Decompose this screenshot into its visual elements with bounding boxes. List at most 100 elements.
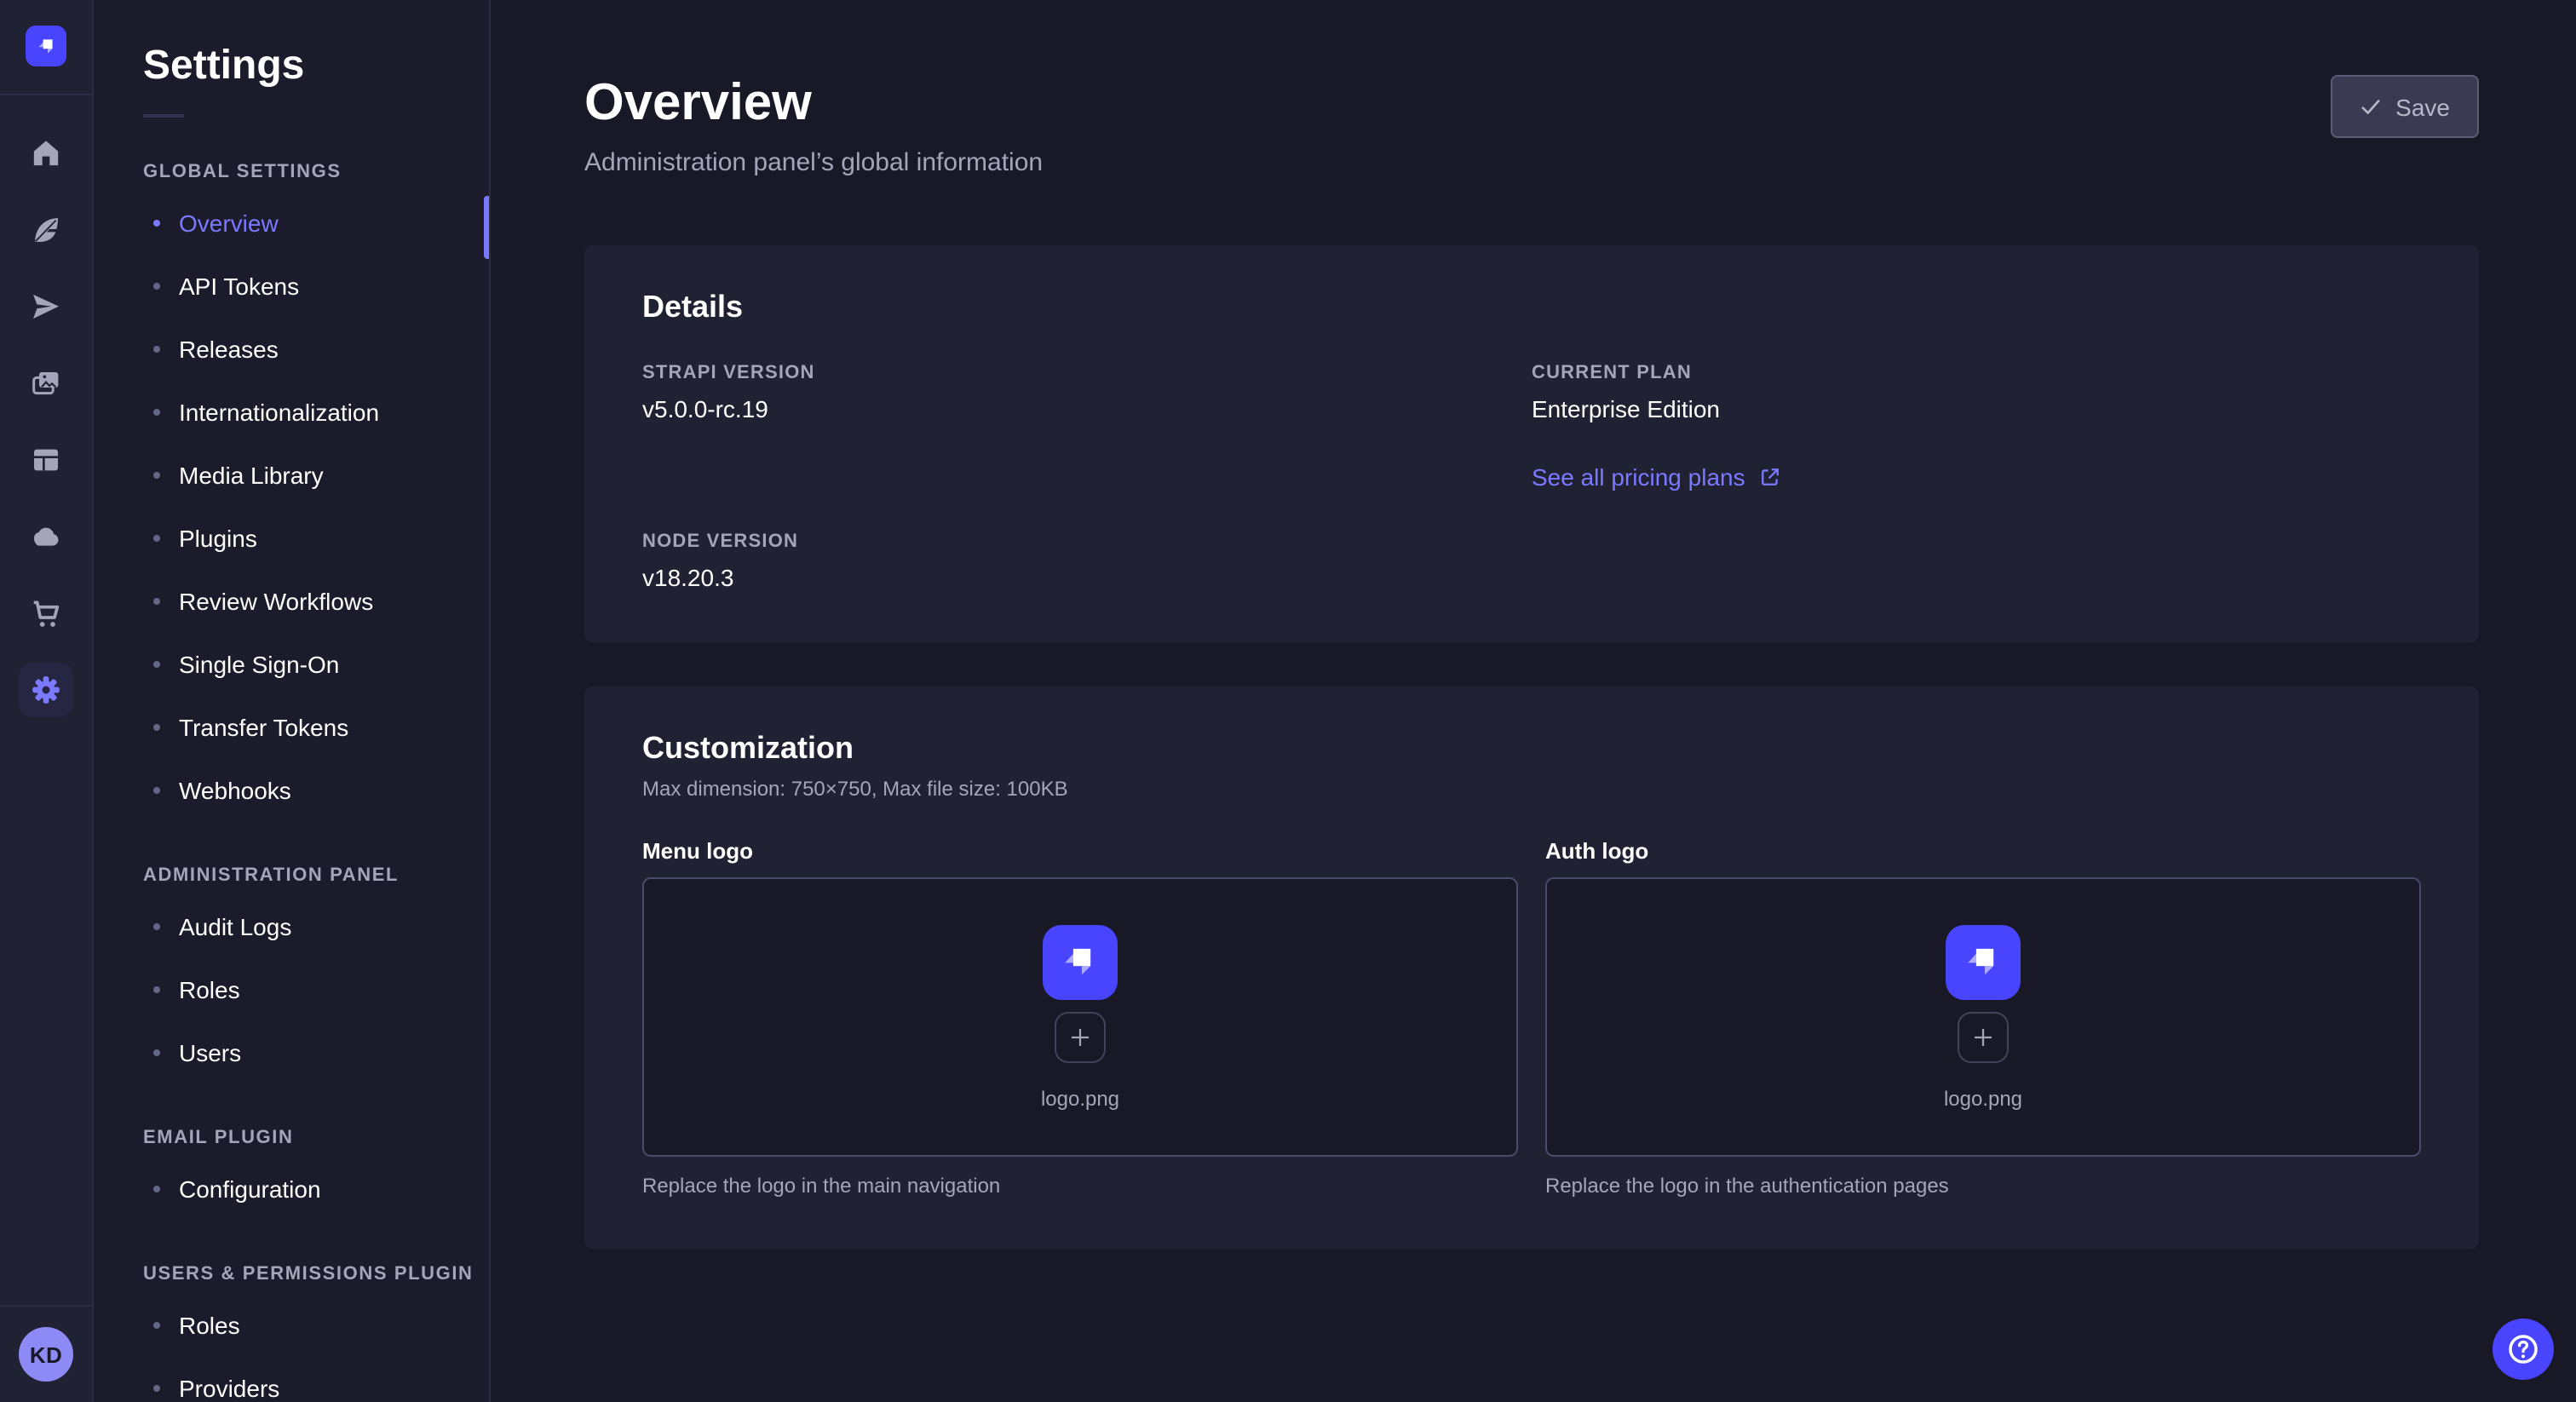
subnav-item-review-workflows[interactable]: Review Workflows: [143, 569, 489, 632]
subnav-item-label: API Tokens: [179, 272, 299, 299]
feather-icon: [29, 213, 63, 247]
external-link-icon: [1759, 465, 1783, 489]
strapi-home-button[interactable]: [26, 26, 66, 66]
subnav-item-admin-users[interactable]: Users: [143, 1020, 489, 1083]
field-value: v5.0.0-rc.19: [642, 395, 1532, 422]
nav-list-administration-panel: Audit Logs Roles Users: [143, 894, 489, 1083]
subnav-item-label: Roles: [179, 975, 240, 1003]
sidebar-item-content-manager[interactable]: [19, 433, 73, 487]
page-header-text: Overview Administration panel’s global i…: [584, 75, 1043, 177]
subnav-item-label: Transfer Tokens: [179, 713, 348, 740]
add-menu-logo-button[interactable]: [1055, 1011, 1106, 1062]
nav-list-global-settings: Overview API Tokens Releases Internation…: [143, 191, 489, 821]
subnav-item-transfer-tokens[interactable]: Transfer Tokens: [143, 695, 489, 758]
current-plan-field: CURRENT PLAN Enterprise Edition: [1532, 363, 2421, 422]
auth-logo-hint: Replace the logo in the authentication p…: [1545, 1174, 2421, 1198]
sidebar-item-content[interactable]: [19, 203, 73, 257]
subnav-item-label: Audit Logs: [179, 912, 291, 939]
bullet-icon: [153, 1185, 160, 1192]
pricing-plans-link[interactable]: See all pricing plans: [1532, 463, 2421, 491]
menu-logo-label: Menu logo: [642, 838, 1518, 864]
settings-subnav: Settings GLOBAL SETTINGS Overview API To…: [94, 0, 491, 1402]
subnav-item-label: Webhooks: [179, 776, 291, 803]
sidebar-item-deploy[interactable]: [19, 279, 73, 334]
strapi-version-field: STRAPI VERSION v5.0.0-rc.19: [642, 363, 1532, 422]
menu-logo-dropzone[interactable]: logo.png: [642, 877, 1518, 1157]
subnav-item-overview[interactable]: Overview: [143, 191, 489, 254]
help-button[interactable]: [2493, 1319, 2554, 1380]
subnav-item-api-tokens[interactable]: API Tokens: [143, 254, 489, 317]
sidebar-footer: KD: [0, 1305, 92, 1402]
active-item-indicator: [484, 196, 489, 259]
subnav-item-admin-roles[interactable]: Roles: [143, 957, 489, 1020]
images-icon: [29, 366, 63, 400]
sidebar-item-media[interactable]: [19, 356, 73, 411]
bullet-icon: [153, 723, 160, 730]
bullet-icon: [153, 219, 160, 226]
details-card-title: Details: [642, 290, 2421, 325]
check-icon: [2360, 95, 2382, 118]
main-sidebar: KD: [0, 0, 94, 1402]
send-icon: [29, 290, 63, 324]
details-card: Details STRAPI VERSION v5.0.0-rc.19 CURR…: [584, 245, 2479, 642]
avatar[interactable]: KD: [19, 1327, 73, 1382]
field-label: STRAPI VERSION: [642, 363, 1532, 383]
home-icon: [29, 136, 63, 170]
subnav-item-up-roles[interactable]: Roles: [143, 1293, 489, 1356]
section-label-global-settings: GLOBAL SETTINGS: [143, 162, 489, 182]
field-value: Enterprise Edition: [1532, 395, 2421, 422]
subnav-item-label: Configuration: [179, 1175, 321, 1202]
strapi-logo-icon: [33, 33, 59, 59]
page-title: Overview: [584, 75, 1043, 131]
bullet-icon: [153, 985, 160, 992]
subnav-item-single-sign-on[interactable]: Single Sign-On: [143, 632, 489, 695]
gear-icon: [29, 673, 63, 707]
sidebar-item-cloud[interactable]: [19, 509, 73, 564]
field-label: CURRENT PLAN: [1532, 363, 2421, 383]
page-header: Overview Administration panel’s global i…: [584, 75, 2479, 177]
strapi-logo-icon: [1056, 938, 1104, 985]
main-content: Overview Administration panel’s global i…: [491, 0, 2576, 1402]
subnav-item-label: Internationalization: [179, 398, 379, 425]
section-label-administration-panel: ADMINISTRATION PANEL: [143, 865, 489, 886]
bullet-icon: [153, 660, 160, 667]
subnav-item-up-providers[interactable]: Providers: [143, 1356, 489, 1402]
strapi-logo-icon: [1959, 938, 2007, 985]
sidebar-item-marketplace[interactable]: [19, 586, 73, 641]
sidebar-item-settings[interactable]: [19, 663, 73, 717]
subnav-item-webhooks[interactable]: Webhooks: [143, 758, 489, 821]
sidebar-item-home[interactable]: [19, 126, 73, 181]
cloud-icon: [29, 520, 63, 554]
bullet-icon: [153, 345, 160, 352]
menu-logo-hint: Replace the logo in the main navigation: [642, 1174, 1518, 1198]
subnav-item-plugins[interactable]: Plugins: [143, 506, 489, 569]
subnav-item-releases[interactable]: Releases: [143, 317, 489, 380]
add-auth-logo-button[interactable]: [1958, 1011, 2009, 1062]
auth-logo-field: Auth logo: [1545, 838, 2421, 1198]
subnav-item-label: Media Library: [179, 461, 324, 488]
customization-card-title: Customization: [642, 731, 2421, 767]
subnav-item-label: Review Workflows: [179, 587, 373, 614]
plus-icon: [1969, 1023, 1997, 1050]
divider: [0, 94, 92, 95]
subnav-item-label: Overview: [179, 209, 279, 236]
auth-logo-dropzone[interactable]: logo.png: [1545, 877, 2421, 1157]
subnav-item-email-configuration[interactable]: Configuration: [143, 1157, 489, 1220]
customization-card: Customization Max dimension: 750×750, Ma…: [584, 687, 2479, 1249]
bullet-icon: [153, 471, 160, 478]
bullet-icon: [153, 282, 160, 289]
sidebar-icon-list: [19, 126, 73, 717]
node-version-field: NODE VERSION v18.20.3: [642, 531, 1532, 591]
pricing-plans-link-label: See all pricing plans: [1532, 463, 1745, 491]
section-label-users-permissions-plugin: USERS & PERMISSIONS PLUGIN: [143, 1264, 489, 1284]
save-button[interactable]: Save: [2331, 75, 2479, 138]
subnav-item-audit-logs[interactable]: Audit Logs: [143, 894, 489, 957]
menu-logo-field: Menu logo: [642, 838, 1518, 1198]
plus-icon: [1067, 1023, 1094, 1050]
subnav-item-media-library[interactable]: Media Library: [143, 443, 489, 506]
subnav-item-label: Users: [179, 1038, 241, 1066]
subnav-item-internationalization[interactable]: Internationalization: [143, 380, 489, 443]
bullet-icon: [153, 597, 160, 604]
subnav-title: Settings: [143, 43, 489, 90]
bullet-icon: [153, 1321, 160, 1328]
